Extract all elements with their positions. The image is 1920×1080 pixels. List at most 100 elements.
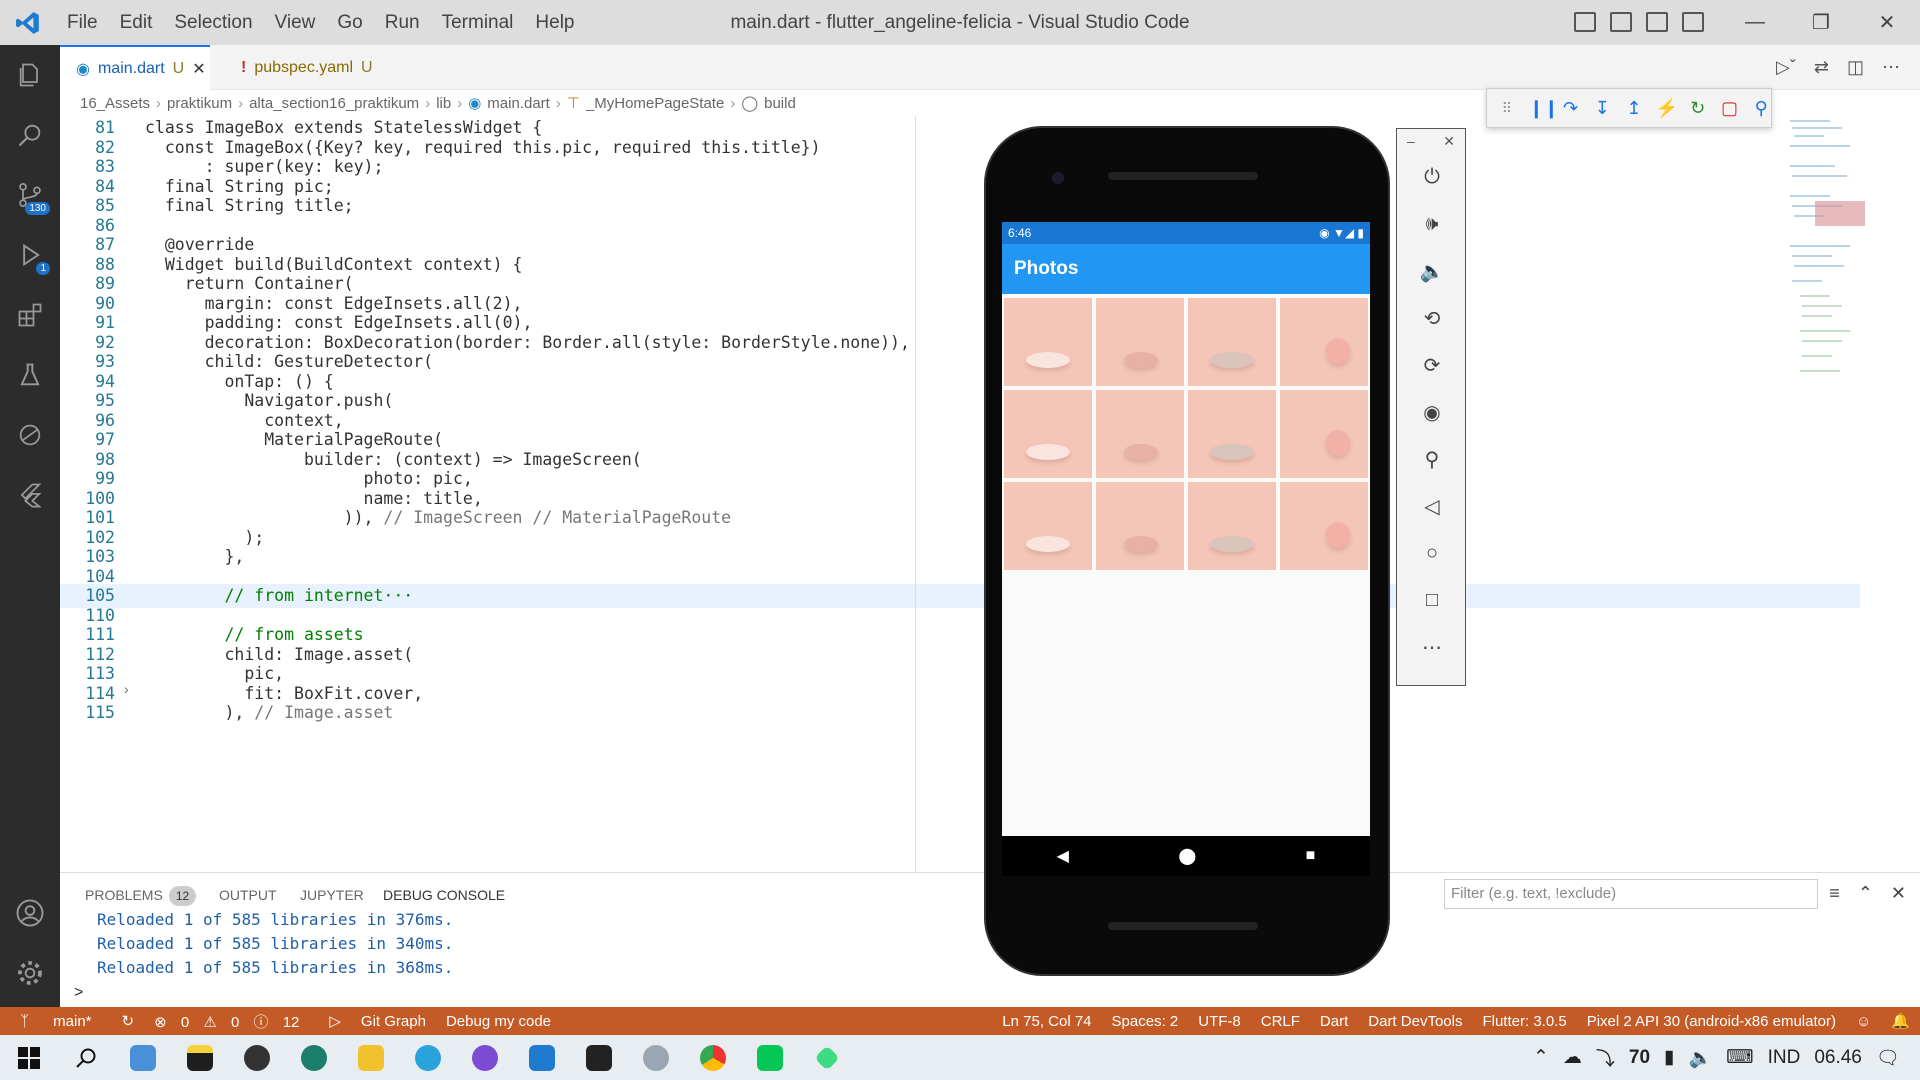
photo-tile[interactable] [1280, 482, 1368, 570]
weather-temperature[interactable]: 70 [1629, 1047, 1650, 1069]
taskbar-network-tool-icon[interactable] [627, 1035, 684, 1080]
close-icon[interactable]: ✕ [1854, 0, 1920, 45]
console-filter-input[interactable]: Filter (e.g. text, !exclude) [1444, 879, 1818, 909]
taskbar-app-sticky-notes-icon[interactable] [171, 1035, 228, 1080]
manage-gear-icon[interactable] [0, 943, 60, 1003]
code-line[interactable]: 115 ), // Image.asset [60, 701, 1860, 725]
pause-icon[interactable]: ❙❙ [1529, 98, 1559, 119]
tab-pubspec[interactable]: ! pubspec.yaml U [225, 45, 425, 90]
zoom-icon[interactable]: ⚲ [1397, 436, 1467, 483]
menu-go[interactable]: Go [326, 0, 373, 45]
rotate-right-icon[interactable]: ⟳ [1397, 342, 1467, 389]
nav-back-icon[interactable]: ◀ [1057, 846, 1069, 866]
clock[interactable]: 06.46 [1814, 1047, 1862, 1069]
photo-tile[interactable] [1280, 298, 1368, 386]
taskbar-line-icon[interactable] [741, 1035, 798, 1080]
menu-terminal[interactable]: Terminal [431, 0, 525, 45]
fold-chevron-icon[interactable]: › [124, 681, 129, 697]
customize-layout-icon[interactable] [1682, 12, 1704, 32]
menu-run[interactable]: Run [374, 0, 431, 45]
stop-icon[interactable]: ▢ [1720, 98, 1740, 119]
taskbar-terminal-icon[interactable] [570, 1035, 627, 1080]
tab-main-dart[interactable]: ◉ main.dart U ✕ [60, 45, 210, 90]
problems-item[interactable]: ⊗ 0 ⚠ 0 ⓘ 12 [144, 1011, 319, 1032]
menu-view[interactable]: View [264, 0, 327, 45]
more-actions-icon[interactable]: ⋯ [1882, 57, 1900, 78]
keyboard-icon[interactable]: ⌨ [1726, 1046, 1753, 1069]
notification-center-icon[interactable]: 🗨 [1876, 1046, 1900, 1070]
testing-icon[interactable] [0, 345, 60, 405]
line-ending[interactable]: CRLF [1251, 1013, 1310, 1030]
photo-tile[interactable] [1188, 298, 1276, 386]
remote-explorer-icon[interactable] [0, 405, 60, 465]
flutter-icon[interactable] [0, 465, 60, 525]
notifications-icon[interactable]: 🔔 [1881, 1012, 1920, 1030]
taskbar-chrome-icon[interactable] [684, 1035, 741, 1080]
inspect-widget-icon[interactable]: ⚲ [1751, 98, 1771, 119]
photo-tile[interactable] [1096, 482, 1184, 570]
flutter-version[interactable]: Flutter: 3.0.5 [1472, 1013, 1576, 1030]
step-over-icon[interactable]: ↷ [1561, 98, 1581, 119]
photo-tile[interactable] [1188, 482, 1276, 570]
volume-down-icon[interactable]: 🔈 [1397, 248, 1467, 295]
indentation[interactable]: Spaces: 2 [1102, 1013, 1189, 1030]
minimize-icon[interactable]: — [1722, 0, 1788, 45]
menu-selection[interactable]: Selection [163, 0, 263, 45]
debug-run-icon[interactable]: ▷ [319, 1012, 351, 1030]
menu-help[interactable]: Help [524, 0, 585, 45]
breadcrumb-item[interactable]: praktikum [167, 95, 232, 112]
drag-handle-icon[interactable]: ⠿ [1497, 100, 1517, 117]
photo-tile[interactable] [1004, 390, 1092, 478]
more-icon[interactable]: ⋯ [1397, 624, 1467, 671]
toggle-secondary-sidebar-icon[interactable] [1646, 12, 1668, 32]
device-selector[interactable]: Pixel 2 API 30 (android-x86 emulator) [1577, 1013, 1846, 1030]
branch-item[interactable]: ᛉ main* [0, 1013, 112, 1030]
open-changes-icon[interactable]: ⇄ [1814, 57, 1829, 78]
step-into-icon[interactable]: ↧ [1592, 98, 1612, 119]
run-debug-icon[interactable]: 1 [0, 225, 60, 285]
sync-icon[interactable]: ↻ [112, 1012, 145, 1030]
photo-tile[interactable] [1280, 390, 1368, 478]
photo-tile[interactable] [1004, 298, 1092, 386]
volume-icon[interactable]: 🔈 [1688, 1046, 1712, 1070]
nav-recents-icon[interactable]: ■ [1306, 847, 1316, 865]
show-hidden-icons-icon[interactable]: ⌃ [1533, 1046, 1549, 1069]
menu-file[interactable]: File [56, 0, 109, 45]
taskbar-telegram-icon[interactable] [399, 1035, 456, 1080]
volume-up-icon[interactable]: 🕪 [1397, 201, 1467, 248]
taskbar-github-icon[interactable] [456, 1035, 513, 1080]
taskbar-app-obs-icon[interactable] [228, 1035, 285, 1080]
taskbar-vscode-icon[interactable] [513, 1035, 570, 1080]
console-prompt[interactable]: > [74, 984, 83, 1002]
taskbar-app-photos-icon[interactable] [114, 1035, 171, 1080]
dart-devtools[interactable]: Dart DevTools [1358, 1013, 1472, 1030]
taskbar-android-studio-icon[interactable] [798, 1035, 855, 1080]
breadcrumb-item[interactable]: main.dart [487, 95, 550, 112]
toggle-sidebar-icon[interactable] [1574, 12, 1596, 32]
emulator-screen[interactable]: 6:46 ◉ ▼◢ ▮ Photos [1002, 222, 1370, 836]
overview-icon[interactable]: □ [1397, 577, 1467, 624]
taskbar-file-explorer-icon[interactable] [342, 1035, 399, 1080]
breadcrumb-item[interactable]: lib [436, 95, 451, 112]
encoding[interactable]: UTF-8 [1188, 1013, 1251, 1030]
step-out-icon[interactable]: ↥ [1624, 98, 1644, 119]
maximize-panel-icon[interactable]: ⌃ [1858, 883, 1873, 904]
menu-edit[interactable]: Edit [109, 0, 164, 45]
feedback-icon[interactable]: ☺ [1846, 1013, 1881, 1030]
accounts-icon[interactable] [0, 883, 60, 943]
back-icon[interactable]: ◁ [1397, 483, 1467, 530]
cursor-position[interactable]: Ln 75, Col 74 [992, 1013, 1101, 1030]
restart-icon[interactable]: ↻ [1688, 98, 1708, 119]
screenshot-camera-icon[interactable]: ◉ [1397, 389, 1467, 436]
close-panel-icon[interactable]: ✕ [1891, 883, 1906, 904]
toggle-panel-icon[interactable] [1610, 12, 1632, 32]
photo-tile[interactable] [1188, 390, 1276, 478]
debug-config-item[interactable]: Debug my code [436, 1013, 561, 1030]
search-icon[interactable] [0, 105, 60, 165]
input-language[interactable]: IND [1768, 1047, 1801, 1069]
minimap[interactable] [1780, 116, 1910, 416]
taskbar-search-icon[interactable] [57, 1035, 114, 1080]
taskbar-app-capture-icon[interactable] [285, 1035, 342, 1080]
nav-home-icon[interactable]: ⬤ [1178, 846, 1196, 866]
emulator-minimize-icon[interactable]: – [1407, 133, 1415, 150]
